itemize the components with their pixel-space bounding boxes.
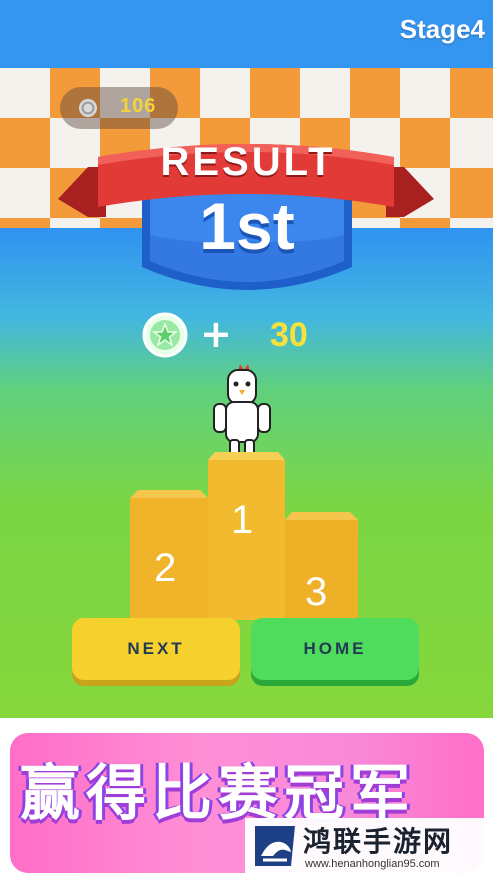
star-coin-icon — [142, 312, 188, 358]
coin-count: 106 — [120, 95, 157, 117]
reward-plus: + — [200, 312, 232, 356]
next-button[interactable]: NEXT — [72, 618, 240, 680]
site-url: www.henanhonglian95.com — [305, 858, 440, 870]
result-title: RESULT — [160, 140, 336, 184]
podium-third: 3 — [305, 570, 328, 614]
site-title: 鸿联手游网 — [303, 825, 454, 858]
coin-counter: 106 — [60, 87, 178, 129]
reward-row: + 30 — [142, 312, 342, 358]
podium-first: 1 — [231, 498, 254, 542]
reward-amount: 30 — [270, 316, 308, 354]
home-button[interactable]: HOME — [251, 618, 419, 680]
site-logo-icon — [255, 826, 295, 866]
coin-icon — [79, 99, 97, 117]
stage-label: Stage4 — [399, 14, 485, 44]
site-watermark: 鸿联手游网 www.henanhonglian95.com — [245, 818, 490, 876]
next-button-label: NEXT — [127, 639, 185, 658]
game-scene: Stage4 106 1st RESULT + 30 1 2 3 NEXT HO… — [0, 0, 493, 879]
home-button-label: HOME — [303, 639, 367, 658]
podium-second: 2 — [154, 546, 177, 590]
